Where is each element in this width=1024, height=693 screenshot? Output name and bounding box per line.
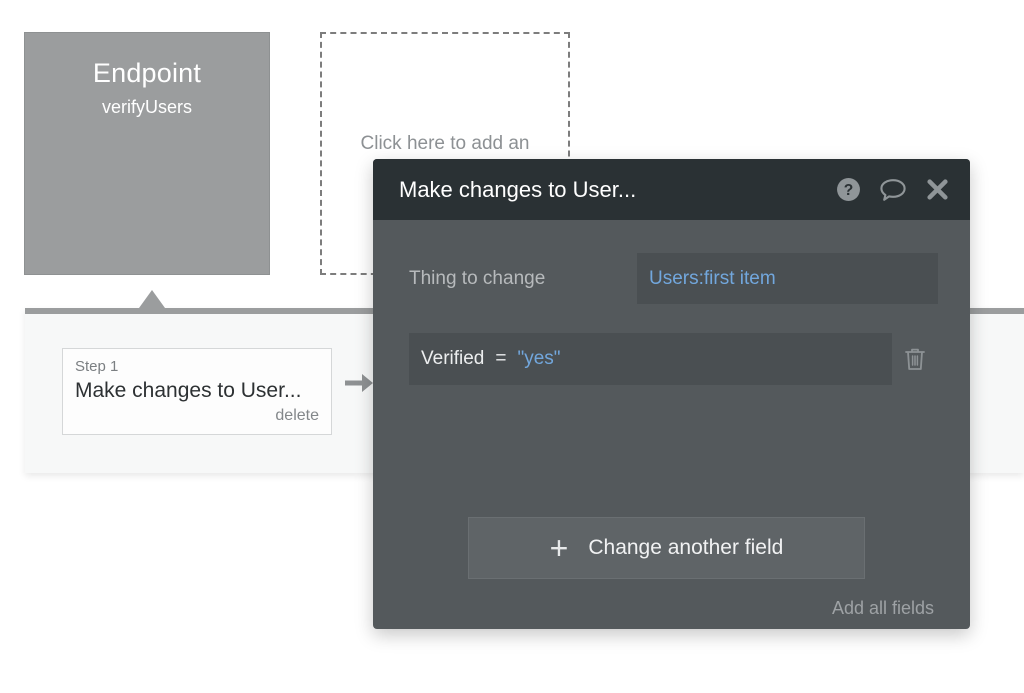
step-number-label: Step 1 xyxy=(75,358,119,375)
arrow-right-icon xyxy=(343,368,377,398)
thing-to-change-input[interactable]: Users:first item xyxy=(637,253,938,304)
step-delete-link[interactable]: delete xyxy=(75,405,319,427)
endpoint-node-title: Endpoint xyxy=(92,58,202,88)
workflow-canvas: Endpoint verifyUsers Click here to add a… xyxy=(0,0,1024,693)
panel-pointer-triangle xyxy=(139,290,165,308)
dialog-header-icons: ? xyxy=(836,177,950,203)
dialog-header: Make changes to User... ? xyxy=(373,159,970,220)
dialog-body: Thing to change Users:first item Verifie… xyxy=(373,253,970,618)
plus-icon: + xyxy=(549,530,569,566)
field-operator-label: = xyxy=(495,348,507,369)
add-action-placeholder-text: Click here to add an xyxy=(360,133,530,154)
svg-text:?: ? xyxy=(844,182,854,199)
add-all-fields-link[interactable]: Add all fields xyxy=(832,598,934,619)
speech-bubble-icon[interactable] xyxy=(879,177,907,203)
step-title-label: Make changes to User... xyxy=(75,379,302,402)
close-x-icon[interactable] xyxy=(925,177,950,202)
field-change-row: Verified = "yes" xyxy=(373,333,970,385)
field-value-label: "yes" xyxy=(517,348,561,369)
dialog-title: Make changes to User... xyxy=(399,176,637,202)
question-mark-circle-icon[interactable]: ? xyxy=(836,177,861,202)
trash-icon[interactable] xyxy=(892,346,938,372)
change-another-field-button[interactable]: + Change another field xyxy=(468,517,865,579)
endpoint-node[interactable]: Endpoint verifyUsers xyxy=(24,32,270,275)
field-expression-input[interactable]: Verified = "yes" xyxy=(409,333,892,385)
workflow-step-card[interactable]: Step 1 Make changes to User... delete xyxy=(62,348,332,435)
thing-to-change-row: Thing to change Users:first item xyxy=(373,253,970,304)
field-name-label: Verified xyxy=(421,348,485,369)
property-editor-dialog: Make changes to User... ? Thing to chang… xyxy=(373,159,970,629)
endpoint-node-subtitle: verifyUsers xyxy=(101,97,192,117)
change-another-field-label: Change another field xyxy=(588,536,784,559)
thing-to-change-label: Thing to change xyxy=(409,267,546,289)
